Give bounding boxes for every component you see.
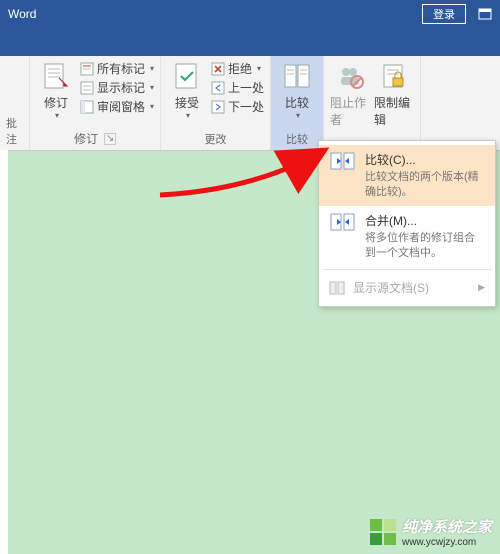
source-docs-icon (329, 281, 345, 295)
submenu-arrow-icon: ▶ (478, 282, 485, 293)
app-title: Word (8, 7, 414, 21)
watermark-url: www.ycwjzy.com (402, 537, 492, 548)
combine-icon (329, 212, 357, 261)
group-label-tracking: 修订 (74, 130, 98, 147)
display-for-review-dropdown[interactable]: 所有标记▾ (80, 60, 154, 77)
reject-button[interactable]: 拒绝▾ (211, 60, 264, 77)
next-change-button[interactable]: 下一处 (211, 98, 264, 115)
group-label-compare: 比较 (286, 129, 308, 150)
combine-item-desc: 将多位作者的修订组合到一个文档中。 (365, 231, 485, 261)
comments-group-partial: 批注 (0, 56, 30, 150)
next-label: 下一处 (228, 98, 264, 115)
restrict-editing-label: 限制编辑 (374, 94, 414, 128)
compare-button[interactable]: 比较 ▾ (277, 58, 317, 120)
compare-dropdown-menu: 比较(C)... 比较文档的两个版本(精确比较)。 合并(M)... 将多位作者… (318, 140, 496, 307)
pane-icon (80, 100, 94, 114)
compare-item-desc: 比较文档的两个版本(精确比较)。 (365, 170, 485, 200)
document-edge (0, 150, 8, 554)
ribbon: 批注 修订 ▾ 所有标记▾ 显示标记▾ (0, 28, 500, 151)
chevron-down-icon: ▾ (55, 111, 59, 120)
chevron-down-icon: ▾ (296, 111, 300, 120)
restrict-editing-button[interactable]: 限制编辑 (374, 58, 414, 128)
next-icon (211, 100, 225, 114)
watermark-title: 纯净系统之家 (402, 516, 492, 537)
protect-group: 阻止作者 限制编辑 (324, 56, 421, 150)
show-source-docs-item: 显示源文档(S) ▶ (319, 273, 495, 302)
compare-label: 比较 (285, 94, 309, 111)
group-label-changes: 更改 (205, 129, 227, 150)
block-authors-label: 阻止作者 (330, 94, 370, 128)
combine-documents-item[interactable]: 合并(M)... 将多位作者的修订组合到一个文档中。 (319, 206, 495, 267)
compare-item-title: 比较(C)... (365, 151, 485, 168)
menu-separator (323, 269, 491, 270)
prev-icon (211, 81, 225, 95)
group-label-comments: 批注 (6, 113, 23, 150)
markup-icon (80, 62, 94, 76)
watermark: 纯净系统之家 www.ycwjzy.com (370, 516, 492, 548)
tracking-dialog-launcher[interactable]: ↘ (104, 133, 116, 145)
show-markup-icon (80, 81, 94, 95)
title-bar: Word 登录 (0, 0, 500, 28)
accept-button[interactable]: 接受 ▾ (167, 58, 207, 120)
tracking-group: 修订 ▾ 所有标记▾ 显示标记▾ 审阅窗格▾ (30, 56, 161, 150)
track-changes-button[interactable]: 修订 ▾ (36, 58, 76, 120)
reviewing-pane-label: 审阅窗格 (97, 98, 145, 115)
track-changes-label: 修订 (44, 94, 68, 111)
compare-group: 比较 ▾ 比较 (271, 56, 324, 150)
accept-label: 接受 (175, 94, 199, 111)
block-authors-button[interactable]: 阻止作者 (330, 58, 370, 128)
ribbon-display-icon[interactable] (478, 8, 492, 20)
changes-group: 接受 ▾ 拒绝▾ 上一处 下一处 (161, 56, 271, 150)
login-button[interactable]: 登录 (422, 4, 466, 24)
compare-icon (329, 151, 357, 200)
reject-label: 拒绝 (228, 60, 252, 77)
all-markup-label: 所有标记 (97, 60, 145, 77)
compare-documents-item[interactable]: 比较(C)... 比较文档的两个版本(精确比较)。 (319, 145, 495, 206)
previous-change-button[interactable]: 上一处 (211, 79, 264, 96)
chevron-down-icon: ▾ (186, 111, 190, 120)
show-markup-dropdown[interactable]: 显示标记▾ (80, 79, 154, 96)
combine-item-title: 合并(M)... (365, 212, 485, 229)
reject-icon (211, 62, 225, 76)
show-markup-label: 显示标记 (97, 79, 145, 96)
reviewing-pane-dropdown[interactable]: 审阅窗格▾ (80, 98, 154, 115)
show-source-label: 显示源文档(S) (353, 279, 429, 296)
watermark-logo (370, 519, 396, 545)
prev-label: 上一处 (228, 79, 264, 96)
